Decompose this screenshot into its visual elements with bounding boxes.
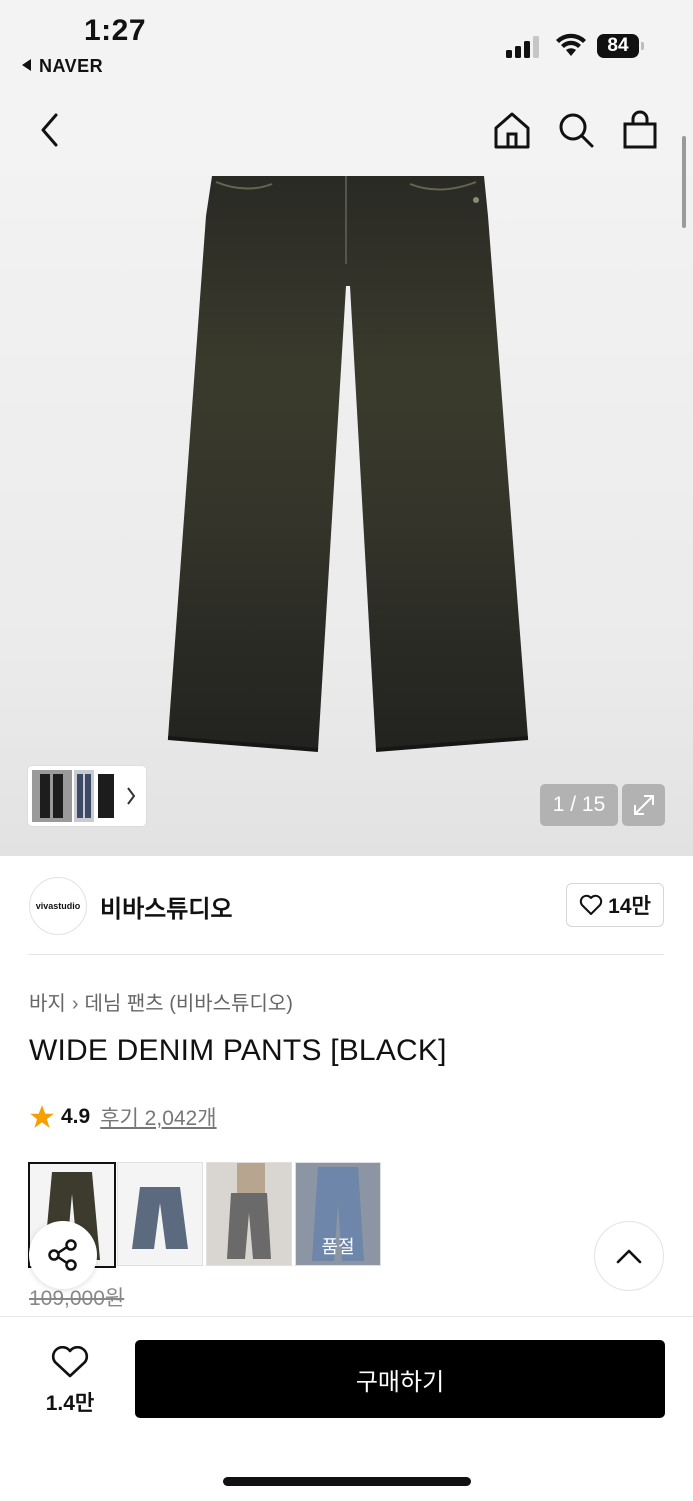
chevron-up-icon (616, 1249, 642, 1264)
variant-swatch[interactable] (206, 1162, 292, 1266)
home-button[interactable] (490, 108, 534, 152)
breadcrumb-item[interactable]: 데님 팬츠 (비바스튜디오) (84, 993, 292, 1015)
original-price: 109,000원 (29, 1287, 125, 1310)
chevron-right-icon: › (71, 993, 79, 1015)
back-to-app-link[interactable]: NAVER (22, 56, 103, 77)
brand-logo-text: vivastudio (35, 901, 81, 911)
review-count-link[interactable]: 후기 2,042개 (100, 1102, 216, 1132)
back-triangle-icon (22, 59, 31, 71)
expand-button[interactable] (622, 784, 665, 826)
image-thumbnails[interactable] (28, 766, 146, 826)
expand-icon (633, 795, 654, 815)
image-counter: 1 / 15 (540, 784, 618, 826)
brand-logo[interactable]: vivastudio (29, 877, 87, 935)
rating-score: 4.9 (61, 1105, 91, 1128)
status-time: 1:27 (84, 14, 147, 47)
wishlist-button[interactable]: 1.4만 (32, 1345, 108, 1417)
product-rating: 4.9 후기 2,042개 (29, 1102, 217, 1132)
share-button[interactable] (29, 1221, 97, 1289)
search-icon (559, 113, 594, 148)
chevron-left-icon (41, 113, 58, 147)
cart-button[interactable] (618, 108, 662, 152)
breadcrumb: 바지 › 데님 팬츠 (비바스튜디오) (29, 987, 293, 1016)
jeans-image (167, 176, 529, 752)
shopping-bag-icon (623, 110, 657, 149)
battery-icon: 84 (597, 34, 645, 58)
brand-like-count: 14만 (608, 895, 651, 918)
brand-name[interactable]: 비바스튜디오 (100, 889, 232, 924)
search-button[interactable] (554, 108, 598, 152)
home-icon (494, 112, 530, 149)
home-indicator (223, 1477, 471, 1486)
product-title: WIDE DENIM PANTS [BLACK] (29, 1034, 447, 1067)
brand-like-button[interactable]: 14만 (566, 883, 664, 927)
app-header (0, 96, 693, 176)
status-bar: 1:27 NAVER 84 (0, 0, 693, 96)
heart-icon (51, 1345, 89, 1378)
share-icon (48, 1239, 77, 1271)
thumbnail-strip-image (32, 770, 136, 822)
wifi-icon (556, 33, 586, 56)
variant-swatch-sold-out[interactable]: 품절 (295, 1162, 381, 1266)
scroll-to-top-button[interactable] (594, 1221, 664, 1291)
wishlist-count: 1.4만 (45, 1392, 95, 1415)
variant-image (207, 1163, 291, 1265)
variant-swatch[interactable] (117, 1162, 203, 1266)
product-image[interactable] (0, 176, 693, 856)
sold-out-label: 품절 (321, 1237, 355, 1257)
battery-level: 84 (597, 34, 639, 58)
divider (28, 954, 664, 955)
star-icon (30, 1105, 54, 1128)
variant-image (132, 1187, 188, 1249)
buy-button[interactable]: 구매하기 (135, 1340, 665, 1418)
scroll-indicator (682, 136, 686, 228)
back-button[interactable] (30, 110, 70, 150)
cellular-signal-icon (506, 34, 542, 58)
back-app-label: NAVER (39, 56, 104, 76)
heart-icon (579, 894, 603, 915)
breadcrumb-item[interactable]: 바지 (29, 993, 66, 1015)
